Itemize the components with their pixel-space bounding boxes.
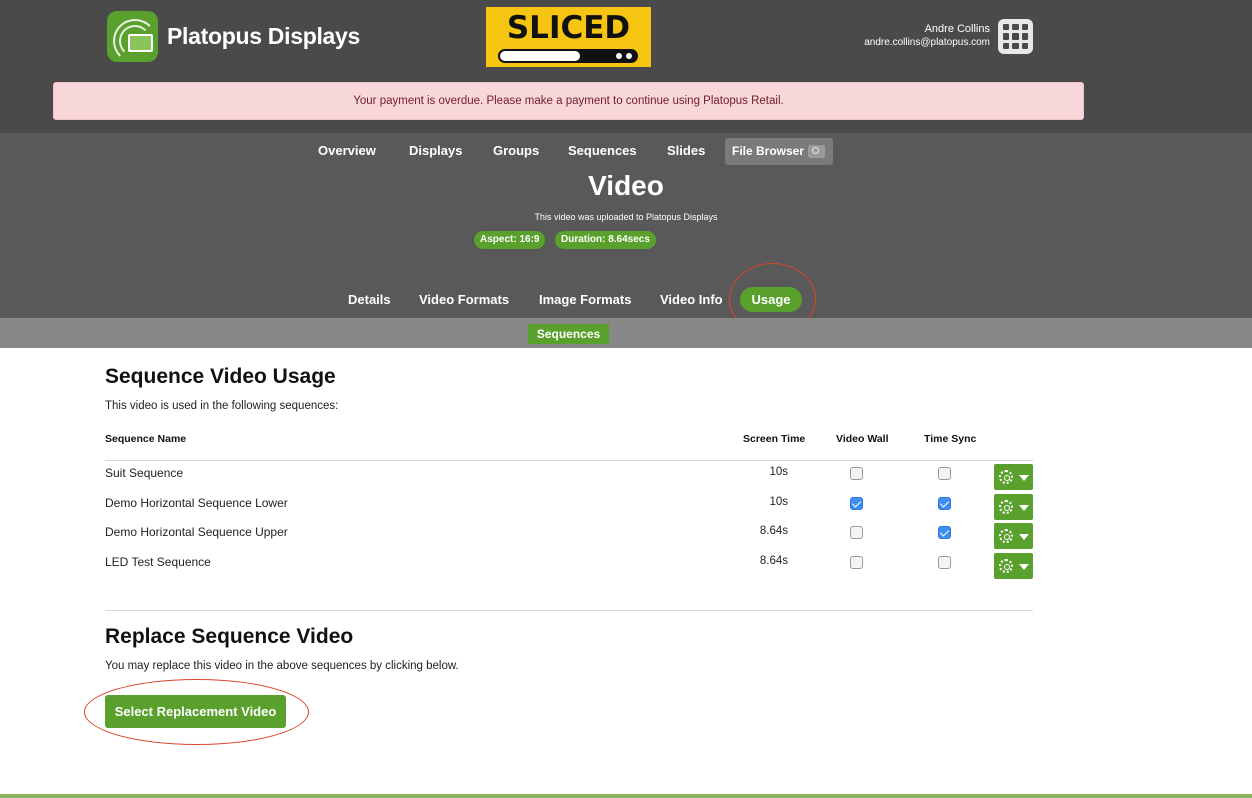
video-wall-checkbox[interactable] [850, 556, 863, 569]
gear-icon [999, 500, 1013, 514]
tab-video-formats[interactable]: Video Formats [419, 292, 509, 307]
row-actions-button[interactable] [994, 464, 1033, 490]
nav-overview[interactable]: Overview [318, 143, 376, 158]
nav-slides[interactable]: Slides [667, 143, 705, 158]
caret-down-icon [1019, 505, 1029, 511]
duration-badge: Duration: 8.64secs [555, 231, 656, 249]
tab-details[interactable]: Details [348, 292, 391, 307]
caret-down-icon [1019, 564, 1029, 570]
file-browser-button[interactable]: File Browser [725, 138, 833, 165]
table-row-name[interactable]: Suit Sequence [105, 466, 183, 480]
tab-image-formats[interactable]: Image Formats [539, 292, 631, 307]
search-icon [808, 145, 825, 158]
col-video-wall: Video Wall [836, 433, 889, 445]
usage-heading: Sequence Video Usage [105, 365, 336, 388]
table-row-name[interactable]: Demo Horizontal Sequence Lower [105, 496, 288, 510]
file-browser-label: File Browser [732, 144, 805, 158]
usage-intro: This video is used in the following sequ… [105, 400, 339, 412]
table-row-time: 8.64s [759, 555, 788, 567]
time-sync-checkbox[interactable] [938, 526, 951, 539]
user-info: Andre Collins andre.collins@platopus.com [864, 23, 990, 48]
row-actions-button[interactable] [994, 523, 1033, 549]
brand-logo[interactable]: Platopus Displays [107, 11, 360, 62]
table-row-name[interactable]: Demo Horizontal Sequence Upper [105, 525, 288, 539]
subtab-sequences[interactable]: Sequences [528, 324, 609, 344]
platopus-logo-icon [107, 11, 158, 62]
section-divider [105, 610, 1033, 611]
aspect-badge: Aspect: 16:9 [474, 231, 546, 249]
replace-heading: Replace Sequence Video [105, 625, 354, 648]
caret-down-icon [1019, 534, 1029, 540]
time-sync-checkbox[interactable] [938, 467, 951, 480]
footer-accent-line [0, 794, 1252, 798]
gear-icon [999, 470, 1013, 484]
highlight-circle-select [84, 679, 309, 745]
grid-icon[interactable] [998, 19, 1033, 54]
user-name: Andre Collins [924, 23, 990, 35]
payment-overdue-alert: Your payment is overdue. Please make a p… [53, 82, 1084, 120]
nav-sequences[interactable]: Sequences [568, 143, 637, 158]
caret-down-icon [1019, 475, 1029, 481]
tab-video-info[interactable]: Video Info [660, 292, 723, 307]
video-wall-checkbox[interactable] [850, 467, 863, 480]
sliced-logo: SLICED [486, 7, 651, 67]
time-sync-checkbox[interactable] [938, 556, 951, 569]
replace-intro: You may replace this video in the above … [105, 660, 459, 672]
user-email: andre.collins@platopus.com [864, 37, 990, 48]
video-wall-checkbox[interactable] [850, 497, 863, 510]
table-divider [105, 460, 1033, 461]
gear-icon [999, 529, 1013, 543]
table-row-time: 8.64s [759, 525, 788, 537]
nav-groups[interactable]: Groups [493, 143, 539, 158]
video-wall-checkbox[interactable] [850, 526, 863, 539]
col-sequence-name: Sequence Name [105, 433, 187, 445]
page-subtitle: This video was uploaded to Platopus Disp… [534, 212, 718, 222]
page-title: Video [588, 170, 664, 201]
time-sync-checkbox[interactable] [938, 497, 951, 510]
brand-name: Platopus Displays [167, 23, 361, 49]
table-row-time: 10s [769, 466, 788, 478]
row-actions-button[interactable] [994, 553, 1033, 579]
nav-displays[interactable]: Displays [409, 143, 462, 158]
table-row-name[interactable]: LED Test Sequence [105, 555, 211, 569]
col-screen-time: Screen Time [743, 433, 806, 445]
col-time-sync: Time Sync [924, 433, 977, 445]
sub-nav [0, 318, 1252, 348]
row-actions-button[interactable] [994, 494, 1033, 520]
sliced-logo-text: SLICED [506, 10, 631, 46]
table-row-time: 10s [769, 496, 788, 508]
gear-icon [999, 559, 1013, 573]
main-nav: Overview Displays Groups Sequences Slide… [0, 138, 1252, 166]
